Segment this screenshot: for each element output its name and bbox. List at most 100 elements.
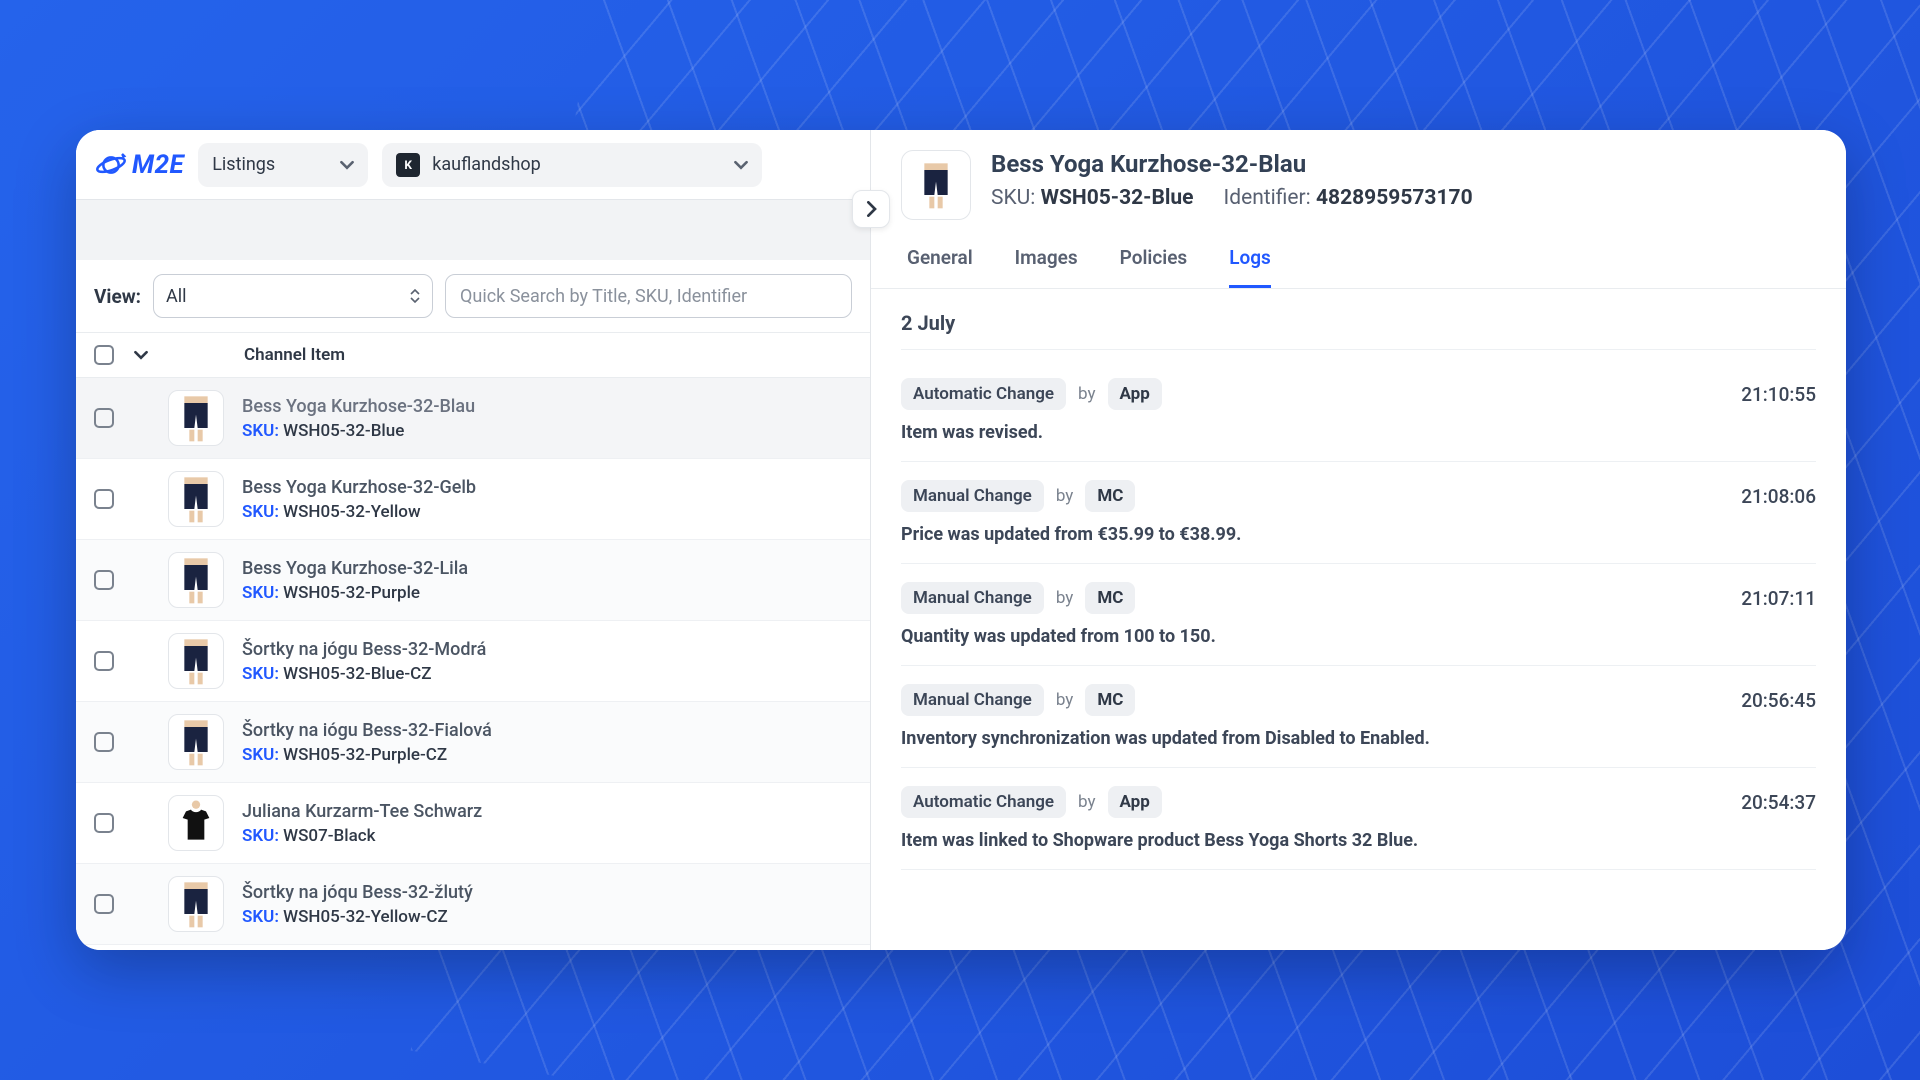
sku-label: SKU:: [242, 745, 279, 765]
select-all-checkbox[interactable]: [94, 345, 114, 365]
log-by-label: by: [1078, 792, 1096, 812]
brand-text: M2E: [132, 150, 184, 180]
product-title: Šortky na jóqu Bess-32-žlutý: [242, 882, 473, 903]
sku-value: WSH05-32-Yellow-CZ: [283, 907, 448, 927]
detail-meta: SKU: WSH05-32-Blue Identifier: 482895957…: [991, 186, 1473, 210]
log-type-badge: Manual Change: [901, 480, 1044, 512]
product-thumbnail: [168, 633, 224, 689]
product-thumbnail: [168, 390, 224, 446]
left-panel: M2E Listings K kauflandshop View:: [76, 130, 871, 950]
stepper-icon: [410, 289, 420, 303]
row-checkbox[interactable]: [94, 570, 114, 590]
table-row[interactable]: Šortky na jóqu Bess-32-žlutý SKU: WSH05-3…: [76, 864, 870, 945]
product-title: Bess Yoga Kurzhose-32-Lila: [242, 558, 468, 579]
topbar: M2E Listings K kauflandshop: [76, 130, 870, 200]
log-time: 21:10:55: [1741, 383, 1816, 406]
expand-all-toggle[interactable]: [132, 348, 150, 362]
row-checkbox[interactable]: [94, 651, 114, 671]
listings-dropdown-label: Listings: [212, 154, 275, 175]
row-checkbox[interactable]: [94, 894, 114, 914]
log-message: Inventory synchronization was updated fr…: [901, 728, 1816, 749]
tab-logs[interactable]: Logs: [1229, 246, 1271, 288]
table-row[interactable]: Šortky na jógu Bess-32-ModráSKU: WSH05-3…: [76, 621, 870, 702]
logs-list: 2 July Automatic Change by App 21:10:55 Item…: [871, 289, 1846, 950]
listings-dropdown[interactable]: Listings: [198, 143, 368, 187]
table-row[interactable]: Šortky na iógu Bess-32-FialováSKU: WSH05…: [76, 702, 870, 783]
sku-value: WSH05-32-Yellow: [283, 502, 420, 522]
log-message: Quantity was updated from 100 to 150.: [901, 626, 1816, 647]
log-time: 20:54:37: [1741, 791, 1816, 814]
sku-label: SKU:: [242, 907, 279, 927]
detail-header: Bess Yoga Kurzhose-32-Blau SKU: WSH05-32…: [871, 130, 1846, 220]
filter-bar: View: All Quick Search by Title, SKU, Id…: [76, 260, 870, 332]
table-row[interactable]: Juliana Kurzarm-Tee SchwarzSKU: WS07-Bla…: [76, 783, 870, 864]
detail-panel: Bess Yoga Kurzhose-32-Blau SKU: WSH05-32…: [871, 130, 1846, 950]
detail-sku-label: SKU:: [991, 186, 1035, 210]
detail-identifier-label: Identifier:: [1224, 186, 1311, 210]
collapse-panel-button[interactable]: [852, 190, 890, 228]
tab-policies[interactable]: Policies: [1120, 246, 1188, 288]
log-actor-badge: App: [1108, 786, 1162, 818]
planet-icon: [94, 148, 128, 182]
search-input[interactable]: Quick Search by Title, SKU, Identifier: [445, 274, 852, 318]
toolbar-strip: [76, 200, 870, 260]
log-actor-badge: MC: [1085, 684, 1135, 716]
sku-label: SKU:: [242, 502, 279, 522]
search-placeholder: Quick Search by Title, SKU, Identifier: [460, 286, 747, 307]
log-time: 21:07:11: [1741, 587, 1816, 610]
chevron-down-icon: [734, 158, 748, 172]
log-actor-badge: MC: [1085, 582, 1135, 614]
detail-thumbnail: [901, 150, 971, 220]
sku-label: SKU:: [242, 826, 279, 846]
view-label: View:: [94, 285, 141, 308]
table-row[interactable]: Bess Yoga Kurzhose-32-Gelb SKU: WSH05-32-…: [76, 459, 870, 540]
log-time: 20:56:45: [1741, 689, 1816, 712]
detail-title: Bess Yoga Kurzhose-32-Blau: [991, 150, 1473, 178]
log-message: Item was revised.: [901, 422, 1816, 443]
tab-general[interactable]: General: [907, 246, 973, 288]
log-type-badge: Automatic Change: [901, 786, 1066, 818]
product-thumbnail: [168, 471, 224, 527]
chevron-down-icon: [340, 158, 354, 172]
log-message: Item was linked to Shopware product Bess…: [901, 830, 1816, 851]
product-title: Bess Yoga Kurzhose-32-Blau: [242, 396, 475, 417]
product-title: Šortky na jógu Bess-32-Modrá: [242, 639, 486, 660]
table-row[interactable]: Bess Yoga Kurzhose-32-LilaSKU: WSH05-32-…: [76, 540, 870, 621]
product-title: Bess Yoga Kurzhose-32-Gelb: [242, 477, 476, 498]
sku-label: SKU:: [242, 664, 279, 684]
tab-images[interactable]: Images: [1015, 246, 1078, 288]
sku-label: SKU:: [242, 421, 279, 441]
log-actor-badge: MC: [1085, 480, 1135, 512]
product-thumbnail: [168, 876, 224, 932]
view-select-value: All: [166, 286, 187, 307]
app-window: M2E Listings K kauflandshop View:: [76, 130, 1846, 950]
log-entry: Manual Change by MC 20:56:45 Inventory synch…: [901, 666, 1816, 768]
log-actor-badge: App: [1108, 378, 1162, 410]
log-type-badge: Manual Change: [901, 684, 1044, 716]
log-by-label: by: [1056, 486, 1074, 506]
brand-logo: M2E: [94, 148, 184, 182]
log-type-badge: Manual Change: [901, 582, 1044, 614]
log-entry: Manual ChangebyMC21:07:11Quantity was up…: [901, 564, 1816, 666]
detail-tabs: General Images Policies Logs: [871, 220, 1846, 289]
row-checkbox[interactable]: [94, 813, 114, 833]
log-entry: Automatic ChangebyApp21:10:55Item was re…: [901, 360, 1816, 462]
log-by-label: by: [1056, 690, 1074, 710]
log-time: 21:08:06: [1741, 485, 1816, 508]
detail-identifier-value: 4828959573170: [1316, 186, 1473, 210]
shop-dropdown-label: kauflandshop: [432, 154, 541, 175]
log-by-label: by: [1078, 384, 1096, 404]
sku-value: WSH05-32-Blue: [283, 421, 404, 441]
product-thumbnail: [168, 714, 224, 770]
view-select[interactable]: All: [153, 274, 433, 318]
row-checkbox[interactable]: [94, 732, 114, 752]
shop-dropdown[interactable]: K kauflandshop: [382, 143, 762, 187]
log-date-heading: 2 July: [901, 311, 1816, 350]
row-checkbox[interactable]: [94, 489, 114, 509]
product-thumbnail: [168, 552, 224, 608]
row-checkbox[interactable]: [94, 408, 114, 428]
kaufland-icon: K: [396, 153, 420, 177]
table-row[interactable]: Bess Yoga Kurzhose-32-Blau SKU: WSH05-32-…: [76, 378, 870, 459]
log-entry: Manual ChangebyMC21:08:06Price was updat…: [901, 462, 1816, 564]
detail-sku-value: WSH05-32-Blue: [1041, 186, 1194, 210]
